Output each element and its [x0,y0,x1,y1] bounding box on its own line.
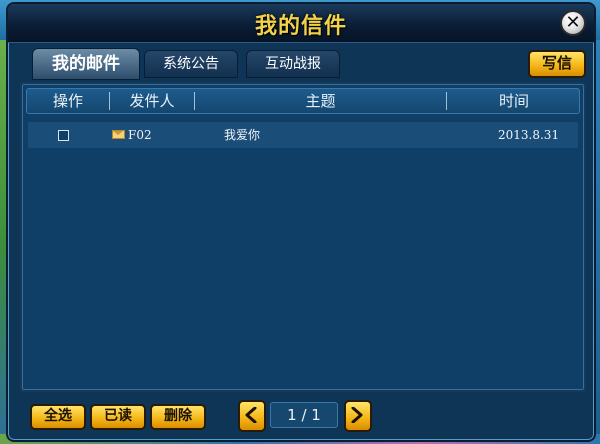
column-header-time: 时间 [498,92,529,110]
envelope-icon [112,130,125,139]
mark-read-button[interactable]: 已读 [90,404,146,430]
title-bar: 我的信件 ✕ [8,4,594,43]
tab-system-notice[interactable]: 系统公告 [144,50,238,78]
tab-battle-report[interactable]: 互动战报 [246,50,340,78]
column-header-action: 操作 [52,92,83,110]
chevron-left-icon [245,407,257,423]
close-icon: ✕ [565,12,581,33]
row-checkbox[interactable] [58,130,69,141]
column-header-sender: 发件人 [129,92,175,110]
mail-subject[interactable]: 我爱你 [224,122,260,148]
mail-row[interactable]: F02 我爱你 2013.8.31 [28,122,578,148]
mail-time: 2013.8.31 [498,128,560,142]
mail-sender: F02 [128,128,152,142]
chevron-right-icon [351,407,363,423]
write-mail-button[interactable]: 写信 [528,50,586,78]
next-page-button[interactable] [344,400,372,432]
mail-window: 我的信件 ✕ 我的邮件 系统公告 互动战报 写信 操作 发件人 主题 时间 F0… [6,2,596,442]
delete-button[interactable]: 删除 [150,404,206,430]
prev-page-button[interactable] [238,400,266,432]
close-button[interactable]: ✕ [560,10,586,36]
page-indicator: 1 / 1 [270,402,338,428]
mail-list-panel: 操作 发件人 主题 时间 F02 我爱你 2013.8.31 [20,82,586,392]
window-title: 我的信件 [254,14,347,39]
table-header: 操作 发件人 主题 时间 [26,88,580,114]
tab-my-mail[interactable]: 我的邮件 [32,48,140,80]
column-header-subject: 主题 [305,92,336,110]
select-all-button[interactable]: 全选 [30,404,86,430]
